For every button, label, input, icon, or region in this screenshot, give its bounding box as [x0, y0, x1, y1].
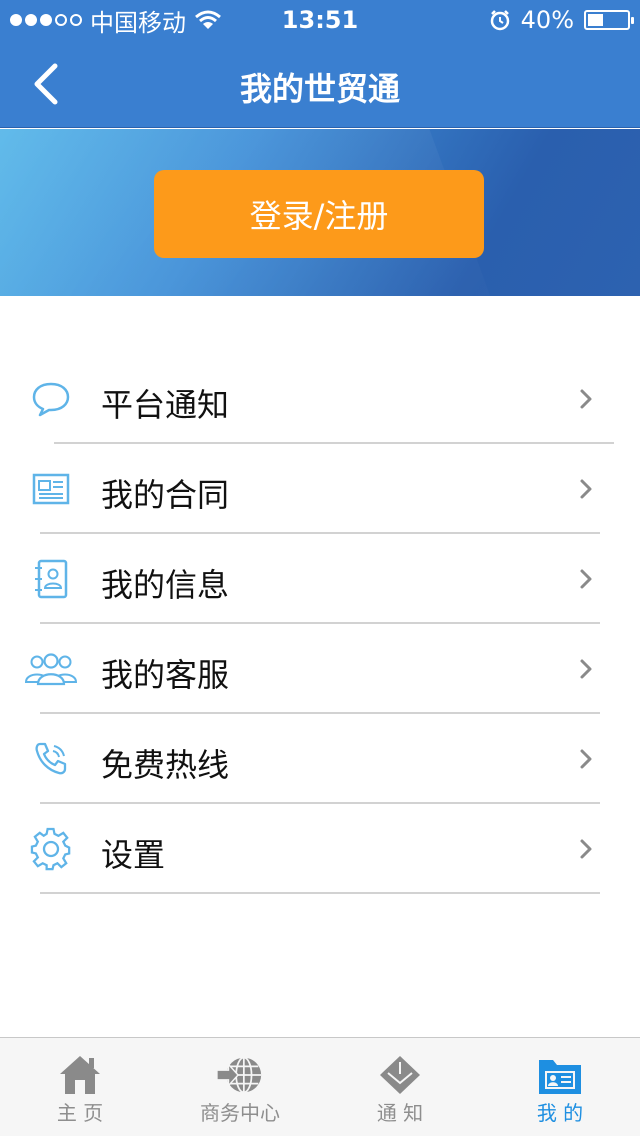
back-chevron-icon	[34, 63, 58, 105]
login-register-button[interactable]: 登录/注册	[154, 170, 484, 258]
chevron-right-icon	[580, 569, 592, 589]
home-icon	[55, 1052, 105, 1098]
gear-icon	[22, 826, 80, 872]
chevron-right-icon	[580, 659, 592, 679]
signal-strength-icon	[10, 14, 82, 26]
tab-business-center[interactable]: 商务中心	[160, 1038, 320, 1136]
menu-label: 我的信息	[101, 566, 230, 604]
tab-label: 商务中心	[200, 1101, 280, 1125]
menu-label: 设置	[101, 836, 166, 874]
nav-bar: 我的世贸通	[0, 40, 640, 128]
tab-home[interactable]: 主 页	[0, 1038, 160, 1136]
chevron-right-icon	[580, 839, 592, 859]
menu-label: 平台通知	[101, 386, 230, 424]
status-left: 中国移动	[10, 0, 222, 40]
carrier-name: 中国移动	[90, 8, 186, 37]
tab-notifications[interactable]: 通 知	[320, 1038, 480, 1136]
tab-label: 主 页	[56, 1101, 104, 1125]
envelope-icon	[375, 1052, 425, 1098]
status-right: 40%	[489, 0, 634, 40]
menu-item-customer-service[interactable]: 我的客服	[0, 624, 640, 714]
tab-mine[interactable]: 我 的	[480, 1038, 640, 1136]
menu-item-settings[interactable]: 设置	[0, 804, 640, 894]
battery-fill	[588, 14, 604, 26]
phone-icon	[22, 736, 80, 782]
page-title: 我的世贸通	[239, 70, 400, 108]
chevron-right-icon	[580, 749, 592, 769]
chevron-right-icon	[580, 479, 592, 499]
tab-label: 通 知	[376, 1101, 424, 1125]
document-icon	[22, 466, 80, 512]
divider	[40, 892, 600, 894]
globe-arrow-icon	[215, 1052, 265, 1098]
menu-list: 平台通知 我的合同 我的信息 我的客服 免费热线 设置	[0, 354, 640, 894]
contact-book-icon	[22, 556, 80, 602]
battery-icon	[584, 10, 634, 30]
menu-item-free-hotline[interactable]: 免费热线	[0, 714, 640, 804]
folder-card-icon	[535, 1052, 585, 1098]
tab-label: 我 的	[536, 1101, 584, 1125]
status-bar: 中国移动 13:51 40%	[0, 0, 640, 40]
back-button[interactable]	[22, 60, 70, 108]
alarm-icon	[490, 10, 509, 31]
battery-percent: 40%	[520, 6, 574, 34]
menu-label: 免费热线	[101, 746, 230, 784]
menu-item-my-contract[interactable]: 我的合同	[0, 444, 640, 534]
tab-bar: 主 页 商务中心 通 知 我 的	[0, 1037, 640, 1136]
menu-item-platform-notice[interactable]: 平台通知	[0, 354, 640, 444]
chevron-right-icon	[580, 389, 592, 409]
menu-label: 我的合同	[101, 476, 230, 514]
menu-label: 我的客服	[101, 656, 230, 694]
users-group-icon	[22, 646, 80, 692]
menu-item-my-info[interactable]: 我的信息	[0, 534, 640, 624]
profile-banner: 登录/注册	[0, 129, 640, 296]
wifi-icon	[195, 10, 221, 29]
chat-bubble-icon	[22, 376, 80, 422]
